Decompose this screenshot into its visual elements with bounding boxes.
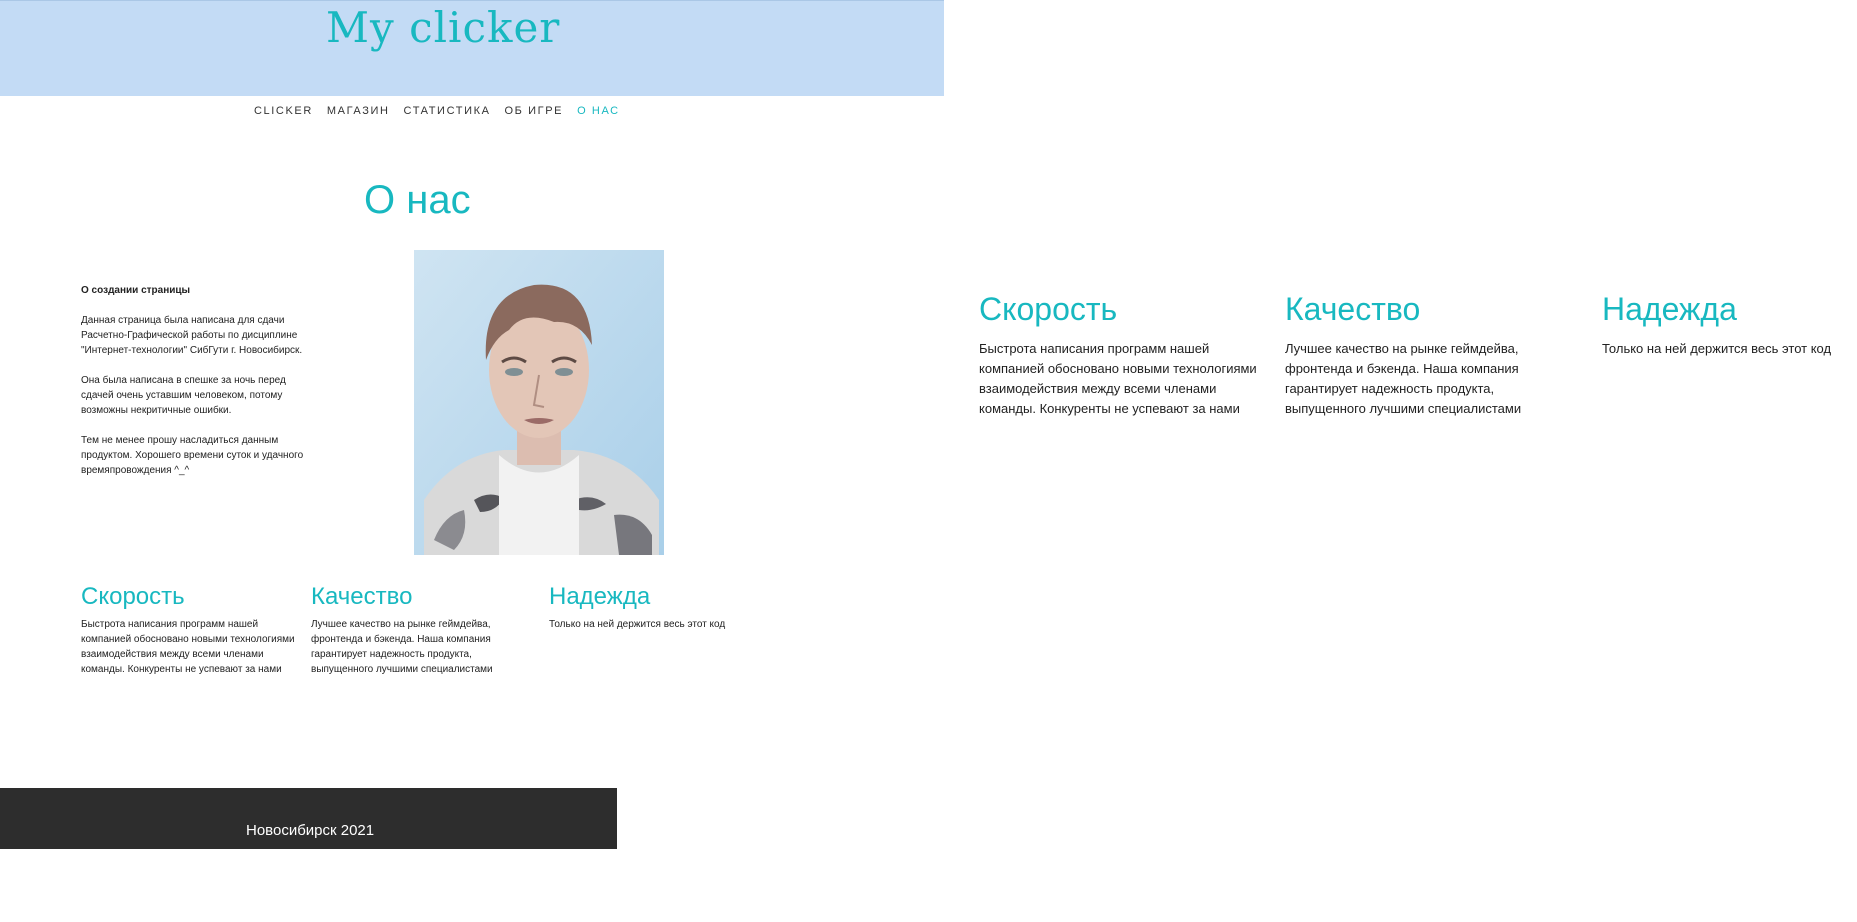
feature-text: Лучшее качество на рынке геймдейва, фрон… bbox=[311, 619, 493, 675]
site-logo[interactable]: My clicker bbox=[326, 3, 560, 52]
page-title: О нас bbox=[364, 178, 471, 222]
feature-speed: Скорость Быстрота написания программ наш… bbox=[979, 291, 1264, 419]
feature-text: Только на ней держится весь этот код bbox=[549, 619, 726, 630]
nav-item-clicker[interactable]: CLICKER bbox=[254, 105, 313, 117]
footer-text: Новосибирск 2021 bbox=[246, 822, 375, 839]
feature-text: Лучшее качество на рынке геймдейва, фрон… bbox=[1285, 341, 1522, 416]
about-paragraph: Тем не менее прошу насладиться данным пр… bbox=[81, 435, 304, 476]
feature-quality: Качество Лучшее качество на рынке геймде… bbox=[1285, 291, 1545, 419]
about-heading: О создании страницы bbox=[81, 285, 191, 296]
main-nav: CLICKER МАГАЗИН СТАТИСТИКА ОБ ИГРЕ О НАС bbox=[254, 105, 620, 117]
nav-item-statistics[interactable]: СТАТИСТИКА bbox=[404, 105, 491, 117]
feature-title: Скорость bbox=[979, 291, 1118, 327]
feature-hope: Надежда Только на ней держится весь этот… bbox=[1602, 291, 1852, 359]
feature-text: Быстрота написания программ нашей компан… bbox=[979, 341, 1257, 416]
about-paragraph: Данная страница была написана для сдачи … bbox=[81, 315, 303, 356]
author-portrait-image bbox=[414, 250, 664, 555]
nav-item-about-us[interactable]: О НАС bbox=[577, 105, 620, 117]
feature-title: Скорость bbox=[81, 583, 185, 610]
nav-item-about-game[interactable]: ОБ ИГРЕ bbox=[505, 105, 564, 117]
feature-text: Только на ней держится весь этот код bbox=[1602, 341, 1832, 356]
feature-title: Надежда bbox=[549, 583, 651, 610]
footer: Новосибирск 2021 bbox=[0, 788, 617, 849]
feature-title: Качество bbox=[1285, 291, 1421, 327]
about-paragraph: Она была написана в спешке за ночь перед… bbox=[81, 375, 286, 416]
feature-title: Качество bbox=[311, 583, 413, 610]
feature-quality: Качество Лучшее качество на рынке геймде… bbox=[311, 583, 511, 677]
feature-text: Быстрота написания программ нашей компан… bbox=[81, 619, 295, 675]
feature-hope: Надежда Только на ней держится весь этот… bbox=[549, 583, 749, 632]
feature-speed: Скорость Быстрота написания программ наш… bbox=[81, 583, 296, 677]
feature-title: Надежда bbox=[1602, 291, 1737, 327]
header-banner: My clicker bbox=[0, 0, 944, 96]
nav-item-shop[interactable]: МАГАЗИН bbox=[327, 105, 390, 117]
about-section: О создании страницы Данная страница была… bbox=[81, 283, 306, 493]
